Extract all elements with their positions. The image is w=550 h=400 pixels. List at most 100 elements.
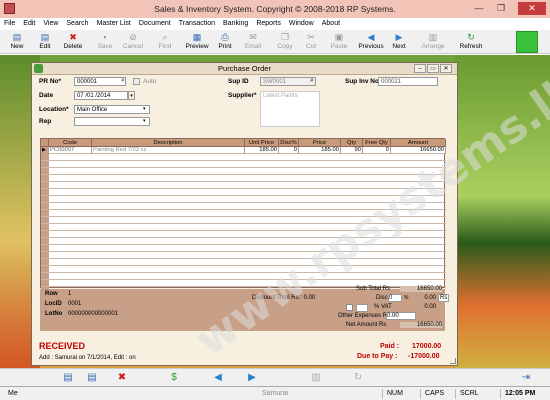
- location-label: Location*: [39, 106, 69, 113]
- date-input[interactable]: 07 /01 /2014: [74, 91, 128, 100]
- row-value: 1: [68, 291, 72, 297]
- edit-button[interactable]: ▤ Edit: [32, 31, 58, 53]
- bottom-exit-icon[interactable]: ⇥: [520, 372, 532, 384]
- disc-amount: 0.00: [424, 295, 436, 301]
- cell-price[interactable]: 185.00: [299, 147, 341, 154]
- bottom-arrange-icon[interactable]: ▥: [310, 372, 322, 384]
- new-button[interactable]: ▤ New: [4, 31, 30, 53]
- preview-button[interactable]: ▦ Preview: [184, 31, 210, 53]
- toolbar: ▤ New ▤ Edit ✖ Delete ▪ Save ⊘ Cancel ⌕ Find ▦…: [0, 30, 550, 54]
- vat-input[interactable]: [356, 304, 368, 312]
- table-row-empty[interactable]: [41, 154, 446, 161]
- date-picker-icon[interactable]: ▾: [128, 91, 135, 100]
- rs-button[interactable]: Rs: [438, 294, 450, 302]
- sup-id-input[interactable]: SW0001: [260, 77, 316, 86]
- cell-description[interactable]: Painting Red 7/22 cc: [92, 147, 245, 154]
- previous-button[interactable]: ◀ Previous: [356, 31, 386, 53]
- new-document-icon: ▤: [12, 32, 22, 42]
- menu-document[interactable]: Document: [135, 18, 175, 30]
- rep-select[interactable]: [74, 117, 150, 126]
- audit-info: Add : Samurai on 7/1/2014, Edit : on: [39, 355, 136, 361]
- col-free-qty[interactable]: Free Qty: [363, 139, 391, 147]
- col-qty[interactable]: Qty: [341, 139, 363, 147]
- window-icon: [34, 64, 43, 73]
- next-button[interactable]: ▶ Next: [386, 31, 412, 53]
- cell-free-qty[interactable]: 0: [363, 147, 391, 154]
- menu-master-list[interactable]: Master List: [93, 18, 135, 30]
- pr-search-icon[interactable]: ⌕: [121, 77, 125, 85]
- bottom-refresh-icon[interactable]: ↻: [352, 372, 364, 384]
- bottom-edit-icon[interactable]: ▤: [86, 372, 98, 384]
- print-button[interactable]: ⎙ Print: [212, 31, 238, 53]
- menu-edit[interactable]: Edit: [19, 18, 39, 30]
- cell-disc[interactable]: 0: [279, 147, 299, 154]
- other-expenses-input[interactable]: 0.00: [386, 312, 416, 320]
- menu-reports[interactable]: Reports: [252, 18, 285, 30]
- refresh-button[interactable]: ↻ Refresh: [456, 31, 486, 53]
- bottom-previous-icon[interactable]: ◀: [212, 372, 224, 384]
- cell-unit-price[interactable]: 185.00: [245, 147, 279, 154]
- table-row-empty[interactable]: [41, 259, 446, 266]
- table-row-empty[interactable]: [41, 175, 446, 182]
- menu-transaction[interactable]: Transaction: [175, 18, 219, 30]
- copy-button[interactable]: ❐ Copy: [272, 31, 298, 53]
- cell-code[interactable]: PC00007: [49, 147, 92, 154]
- paid-value: 17000.00: [412, 343, 442, 350]
- col-amount[interactable]: Amount: [391, 139, 446, 147]
- sup-inv-input[interactable]: 000021: [378, 77, 438, 86]
- sup-search-icon[interactable]: ⌕: [310, 77, 314, 85]
- vat-label: % VAT: [374, 304, 392, 310]
- vat-checkbox[interactable]: [346, 304, 353, 311]
- menu-search[interactable]: Search: [62, 18, 92, 30]
- menu-view[interactable]: View: [39, 18, 62, 30]
- pr-no-input[interactable]: 000001: [74, 77, 126, 86]
- rep-dropdown-icon[interactable]: ▾: [143, 118, 146, 124]
- menu-window[interactable]: Window: [285, 18, 318, 30]
- menu-about[interactable]: About: [318, 18, 344, 30]
- status-scrl: SCRL: [455, 389, 479, 399]
- col-price[interactable]: Price: [299, 139, 341, 147]
- col-disc[interactable]: Disc%: [279, 139, 299, 147]
- cancel-button[interactable]: ⊘ Cancel: [120, 31, 146, 53]
- location-select[interactable]: Main Office: [74, 105, 150, 114]
- arrange-icon: ▥: [428, 32, 438, 42]
- table-row-empty[interactable]: [41, 273, 446, 280]
- auto-checkbox[interactable]: [133, 78, 140, 85]
- table-row-empty[interactable]: [41, 161, 446, 168]
- maximize-button[interactable]: ❐: [492, 2, 510, 15]
- supplier-field[interactable]: Latest Paints: [260, 91, 320, 127]
- save-button[interactable]: ▪ Save: [92, 31, 118, 53]
- col-unit-price[interactable]: Unit Price: [245, 139, 279, 147]
- email-button[interactable]: ✉ Email: [240, 31, 266, 53]
- table-row-empty[interactable]: [41, 168, 446, 175]
- cell-qty[interactable]: 90: [341, 147, 363, 154]
- lotno-label: LotNo: [45, 311, 63, 317]
- paste-button[interactable]: ▣ Paste: [326, 31, 352, 53]
- window-title-bar: Purchase Order – ▭ ✕: [32, 63, 457, 75]
- menu-file[interactable]: File: [0, 18, 19, 30]
- bottom-delete-icon[interactable]: ✖: [116, 372, 128, 384]
- sub-total-label: Sub Total Rs: [356, 286, 390, 292]
- minimize-button[interactable]: —: [470, 2, 488, 15]
- cut-button[interactable]: ✂ Cut: [298, 31, 324, 53]
- bottom-payment-icon[interactable]: $: [168, 372, 180, 384]
- menu-banking[interactable]: Banking: [219, 18, 252, 30]
- bottom-next-icon[interactable]: ▶: [246, 372, 258, 384]
- col-description[interactable]: Description: [92, 139, 245, 147]
- delete-button[interactable]: ✖ Delete: [60, 31, 86, 53]
- due-label: Due to Pay :: [357, 353, 398, 360]
- resize-grip[interactable]: [450, 358, 456, 364]
- arrange-button[interactable]: ▥ Arrange: [418, 31, 448, 53]
- close-button[interactable]: ✕: [518, 2, 546, 15]
- table-row-empty[interactable]: [41, 252, 446, 259]
- table-row[interactable]: ▶ PC00007 Painting Red 7/22 cc 185.00 0 …: [41, 147, 446, 154]
- window-restore-button[interactable]: ▭: [427, 64, 439, 73]
- table-row-empty[interactable]: [41, 266, 446, 273]
- location-dropdown-icon[interactable]: ▾: [143, 106, 146, 112]
- bottom-new-icon[interactable]: ▤: [62, 372, 74, 384]
- window-minimize-button[interactable]: –: [414, 64, 426, 73]
- find-button[interactable]: ⌕ Find: [152, 31, 178, 53]
- col-code[interactable]: Code: [49, 139, 92, 147]
- window-close-button[interactable]: ✕: [440, 64, 452, 73]
- disc-percent-input[interactable]: 0: [388, 294, 402, 302]
